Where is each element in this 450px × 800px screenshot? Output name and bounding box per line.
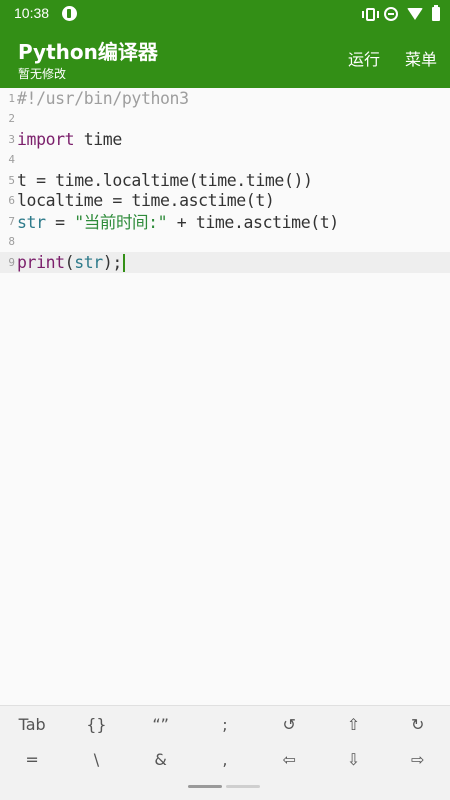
line-number: 5 [8,173,15,187]
code-token: ( [64,252,75,272]
line-number: 9 [8,255,15,269]
line-number: 7 [8,214,15,228]
code-editor[interactable]: 1 #!/usr/bin/python3 2 3 import time 4 5 t = ti… [0,88,450,705]
code-text: str = "当前时间:" + time.asctime(t) [17,209,339,233]
extra-key[interactable]: “” [129,708,193,742]
code-token: + time.asctime(t) [167,213,339,233]
code-text: print(str); [17,252,125,272]
extra-key[interactable]: ; [193,708,257,742]
code-text: t = time.localtime(time.time()) [17,171,313,190]
app-bar: Python编译器 暂无修改 运行 菜单 [0,28,450,88]
extra-key[interactable]: ⇧ [321,708,385,742]
extra-key[interactable]: Tab [0,708,64,742]
extra-keys-row-1: Tab{} “”; ↺ ⇧ ↻ [0,708,450,742]
extra-keys-bar: Tab{} “”; ↺ ⇧ ↻ = \ &, ⇦ ⇩ ⇨ [0,705,450,781]
code-line[interactable]: 6 localtime = time.asctime(t) [0,191,450,212]
navigation-bar [0,781,450,800]
wifi-icon [407,8,423,20]
gesture-handle[interactable] [188,785,222,788]
code-line[interactable]: 8 [0,232,450,253]
vibrate-icon [362,7,379,21]
app-notification-icon [62,6,77,21]
extra-key[interactable]: = [0,743,64,777]
code-line[interactable]: 9 print(str); [0,252,450,273]
extra-key[interactable]: ⇩ [321,743,385,777]
code-token: import [17,129,75,149]
code-line[interactable]: 7 str = "当前时间:" + time.asctime(t) [0,211,450,232]
extra-key[interactable]: {} [64,708,128,742]
text-cursor [122,254,125,272]
do-not-disturb-icon [384,7,398,21]
code-line[interactable]: 1 #!/usr/bin/python3 [0,88,450,109]
code-token: str [17,213,46,233]
extra-key[interactable]: ⇦ [257,743,321,777]
run-button[interactable]: 运行 [348,46,380,70]
line-number: 8 [8,235,15,249]
code-text: import time [17,130,122,149]
code-token: localtime = time.asctime(t) [17,191,275,211]
line-number: 4 [8,153,15,167]
extra-key[interactable]: ⇨ [386,743,450,777]
app-title: Python编译器 [18,40,158,64]
code-token: ); [102,252,122,272]
code-token: = [45,213,75,233]
battery-icon [432,5,440,21]
menu-button[interactable]: 菜单 [405,46,437,70]
status-time: 10:38 [14,5,50,21]
code-line[interactable]: 2 [0,109,450,130]
code-token: str [74,252,103,272]
line-number: 1 [8,91,15,105]
code-text: localtime = time.asctime(t) [17,191,275,211]
gesture-handle-secondary [226,785,260,788]
extra-key[interactable]: ↻ [386,708,450,742]
code-token: print [17,252,65,272]
code-line[interactable]: 5t = time.localtime(time.time()) [0,170,450,191]
code-token: "当前时间:" [74,213,168,233]
code-token: t = time.localtime(time.time()) [17,170,313,190]
extra-key[interactable]: , [193,743,257,777]
code-line[interactable]: 3 import time [0,129,450,150]
line-number: 6 [8,194,15,208]
code-text: #!/usr/bin/python3 [17,89,189,108]
extra-key[interactable]: & [129,743,193,777]
code-line[interactable]: 4 [0,150,450,171]
code-token: #!/usr/bin/python3 [17,88,189,108]
line-number: 2 [8,112,15,126]
extra-key[interactable]: ↺ [257,708,321,742]
status-icons [362,5,440,23]
status-bar: 10:38 [0,0,450,28]
code-token: time [74,129,123,149]
extra-keys-row-2: = \ &, ⇦ ⇩ ⇨ [0,743,450,777]
line-number: 3 [8,132,15,146]
extra-key[interactable]: \ [64,743,128,777]
app-subtitle: 暂无修改 [18,67,67,81]
